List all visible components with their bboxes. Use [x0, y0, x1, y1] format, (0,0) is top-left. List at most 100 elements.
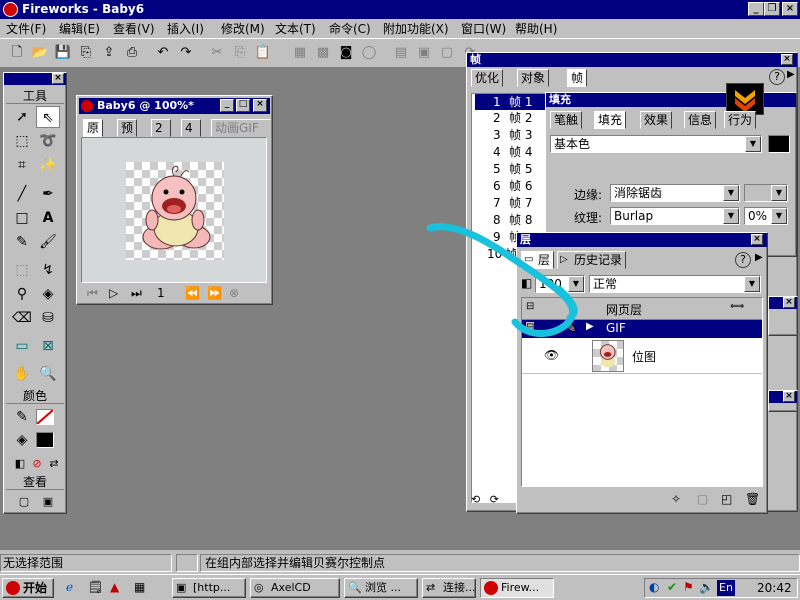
edge-select[interactable]: 消除锯齿 ▼	[610, 184, 740, 202]
front-icon[interactable]: ▣	[413, 43, 435, 65]
fill-type-select[interactable]: 基本色 ▼	[550, 135, 762, 153]
copy-icon[interactable]: ⎘	[229, 43, 251, 65]
marquee-tool-icon[interactable]: ⬚	[10, 130, 34, 152]
tray-volume-icon[interactable]: 🔊	[699, 580, 714, 594]
tab-original[interactable]: 原始	[83, 119, 104, 151]
fill-color-well[interactable]	[768, 135, 790, 153]
swap-colors-icon[interactable]: ⇄	[42, 453, 66, 475]
scale-tool-icon[interactable]: ⬚	[10, 259, 34, 281]
frames-close-button[interactable]: ×	[781, 54, 793, 65]
menu-window[interactable]: 窗口(W)	[461, 20, 506, 37]
task-axelcd[interactable]: ◎ AxelCD	[250, 578, 340, 598]
subselect-tool-icon[interactable]: ⇖	[36, 106, 60, 128]
freeform-tool-icon[interactable]: ↯	[36, 259, 60, 281]
redo-icon[interactable]: ↷	[175, 43, 197, 65]
hand-tool-icon[interactable]: ✋	[10, 363, 34, 385]
join-icon[interactable]: ◙	[335, 43, 357, 65]
new-layer-icon[interactable]: ◰	[721, 492, 732, 506]
rubber-stamp-icon[interactable]: ⛁	[36, 307, 60, 329]
trash-icon[interactable]: 🗑	[745, 492, 760, 506]
doc-close-button[interactable]: ×	[253, 99, 267, 112]
ie-icon[interactable]: ℯ	[66, 580, 73, 594]
tab-2up[interactable]: 2幅	[151, 119, 171, 151]
frames-menu-icon[interactable]: ▶	[787, 69, 795, 80]
frame-row-4[interactable]: 4帧 4	[475, 144, 547, 160]
eraser-tool-icon[interactable]: ⌫	[10, 307, 34, 329]
feather-amount[interactable]: ▼	[744, 184, 788, 202]
menu-modify[interactable]: 修改(M)	[221, 20, 265, 37]
notepad-icon[interactable]: 🗒	[88, 580, 103, 594]
tab-stroke[interactable]: 笔触	[550, 111, 583, 129]
frame-row-1[interactable]: 1帧 1	[475, 94, 547, 110]
menu-edit[interactable]: 编辑(E)	[59, 20, 100, 37]
collapsed-close-button[interactable]: ×	[783, 391, 795, 402]
stroke-color-swatch[interactable]	[36, 409, 54, 425]
pointer-tool-icon[interactable]: ➚	[10, 106, 34, 128]
save-icon[interactable]: 💾	[52, 43, 74, 65]
export-icon[interactable]: ⇪	[98, 43, 120, 65]
texture-select[interactable]: Burlap ▼	[610, 207, 740, 225]
eyedropper-tool-icon[interactable]: ⚲	[10, 283, 34, 305]
split-icon[interactable]: ◯	[358, 43, 380, 65]
eye-visibility-icon[interactable]: 👁	[544, 348, 559, 362]
paste-icon[interactable]: 📋	[252, 43, 274, 65]
menu-view[interactable]: 查看(V)	[113, 20, 155, 37]
frame-row-2[interactable]: 2帧 2	[475, 110, 547, 126]
layers-close-button[interactable]: ×	[751, 234, 763, 245]
cut-icon[interactable]: ✂	[206, 43, 228, 65]
tray-check-icon[interactable]: ✔	[667, 580, 677, 594]
menu-help[interactable]: 帮助(H)	[515, 20, 557, 37]
tab-preview[interactable]: 预览	[117, 119, 138, 151]
undo-icon[interactable]: ↶	[152, 43, 174, 65]
play-icon[interactable]: ▷	[109, 286, 118, 300]
frame-row-6[interactable]: 6帧 6	[475, 178, 547, 194]
stop-icon[interactable]: ⊗	[229, 286, 239, 300]
prev-frame-icon[interactable]: ⏪	[185, 286, 200, 300]
menu-insert[interactable]: 插入(I)	[167, 20, 204, 37]
tab-optimize[interactable]: 优化	[471, 69, 504, 87]
tab-4up[interactable]: 4幅	[181, 119, 201, 151]
gif-anim-loop-icon[interactable]: ⟳	[490, 493, 499, 506]
tab-fill[interactable]: 填充	[594, 111, 627, 129]
zoom-tool-icon[interactable]: 🔍	[36, 363, 60, 385]
menu-text[interactable]: 文本(T)	[275, 20, 316, 37]
layers-help-icon[interactable]: ?	[735, 252, 751, 268]
task-connect[interactable]: ⇄ 连接...	[422, 578, 476, 598]
standard-view-icon[interactable]: ▢	[12, 491, 36, 513]
tab-frames[interactable]: 帧	[567, 69, 588, 87]
fill-bucket-icon[interactable]: ◈	[10, 429, 34, 451]
collapsed-close-button[interactable]: ×	[783, 297, 795, 308]
pencil-tool-icon[interactable]: ✎	[10, 231, 34, 253]
doc-maximize-button[interactable]: □	[236, 99, 250, 112]
doc-minimize-button[interactable]: _	[220, 99, 234, 112]
import-icon[interactable]: ⎘	[75, 43, 97, 65]
task-fireworks[interactable]: Firew...	[480, 578, 554, 598]
line-tool-icon[interactable]: ╱	[10, 183, 34, 205]
full-screen-view-icon[interactable]: ▣	[36, 491, 60, 513]
desktop-icon[interactable]: ▦	[134, 580, 145, 594]
menu-commands[interactable]: 命令(C)	[329, 20, 371, 37]
tab-objects[interactable]: 对象	[517, 69, 550, 87]
close-button[interactable]: ×	[782, 2, 798, 16]
text-tool-icon[interactable]: A	[36, 207, 60, 229]
frame-row-5[interactable]: 5帧 5	[475, 161, 547, 177]
first-frame-icon[interactable]: ⏮	[87, 286, 98, 301]
tab-effects[interactable]: 效果	[640, 111, 673, 129]
tab-info[interactable]: 信息	[684, 111, 717, 129]
next-frame-icon[interactable]: ⏩	[207, 286, 222, 300]
group-icon[interactable]: ▦	[289, 43, 311, 65]
onion-skin-icon[interactable]: ⟲	[471, 493, 480, 506]
brush-tool-icon[interactable]: 🖌	[36, 231, 60, 253]
new-icon[interactable]: 🗋	[6, 43, 28, 65]
rectangle-tool-icon[interactable]: □	[10, 207, 34, 229]
open-icon[interactable]: 📂	[29, 43, 51, 65]
frames-help-icon[interactable]: ?	[769, 69, 785, 85]
paint-bucket-icon[interactable]: ◈	[36, 283, 60, 305]
frame-row-3[interactable]: 3帧 3	[475, 127, 547, 143]
fill-color-swatch[interactable]	[36, 432, 54, 448]
last-frame-icon[interactable]: ⏭	[131, 286, 142, 301]
start-button[interactable]: 开始	[2, 578, 54, 598]
stroke-pencil-icon[interactable]: ✎	[10, 406, 34, 428]
language-indicator[interactable]: En	[717, 580, 735, 596]
task-http[interactable]: ▣ [http...	[172, 578, 246, 598]
